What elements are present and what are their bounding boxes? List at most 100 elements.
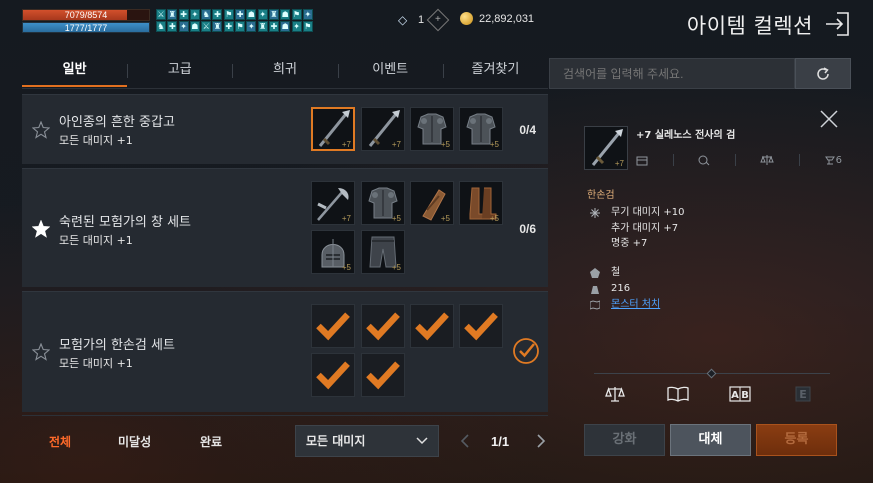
item-slot[interactable]: +4 — [361, 353, 405, 397]
item-slot[interactable]: +5 — [459, 181, 503, 225]
tab-3[interactable]: 이벤트 — [337, 58, 443, 90]
enhance-level: +5 — [489, 214, 499, 223]
enhance-level: +5 — [489, 140, 499, 149]
buff-icon[interactable]: ♜ — [257, 21, 268, 32]
favorite-star-icon[interactable] — [32, 121, 50, 139]
collection-list[interactable]: 아인종의 흔한 중갑고 모든 대미지 +1 +7 +7 +5 +5 0/4 숙련된 모험가의 … — [22, 94, 548, 412]
diamond-icon: ◇ — [398, 13, 408, 27]
buff-icon[interactable]: ✚ — [212, 9, 223, 20]
collection-effect: 모든 대미지 +1 — [59, 134, 133, 147]
buff-icon[interactable]: ✚ — [223, 21, 234, 32]
next-page-icon[interactable] — [536, 434, 546, 448]
buff-icon[interactable]: ⚑ — [302, 21, 313, 32]
collected-check-icon — [362, 305, 404, 347]
item-slot[interactable]: +5 — [311, 230, 355, 274]
buff-icon[interactable]: ⚔ — [156, 9, 166, 20]
anvil-icon — [824, 156, 835, 164]
detail-enhance-level: +7 — [614, 159, 624, 168]
enhance-button[interactable]: 강화 — [584, 424, 665, 456]
exit-icon[interactable] — [823, 10, 851, 38]
category-tabs: 일반 고급 희귀 이벤트 즐겨찾기 — [22, 58, 548, 90]
gold-coin-icon — [460, 12, 473, 25]
buff-icon[interactable]: ✚ — [167, 21, 178, 32]
buff-icon[interactable]: ⚑ — [291, 9, 302, 20]
close-icon[interactable] — [820, 110, 838, 128]
collection-progress: 0/4 — [519, 123, 536, 137]
completed-check-icon — [513, 338, 539, 364]
buff-icon[interactable]: ☗ — [280, 9, 291, 20]
tab-0[interactable]: 일반 — [22, 58, 128, 90]
item-slot[interactable]: +7 — [361, 107, 405, 151]
buff-icon[interactable]: ✚ — [178, 9, 189, 20]
register-button[interactable]: 등록 — [756, 424, 837, 456]
item-slot[interactable]: +7 — [311, 107, 355, 151]
collection-row[interactable]: 아인종의 흔한 중갑고 모든 대미지 +1 +7 +7 +5 +5 0/4 — [22, 94, 548, 164]
buff-icon[interactable]: ✦ — [189, 9, 200, 20]
item-slot[interactable]: +4 — [459, 304, 503, 348]
item-slot[interactable]: +5 — [459, 107, 503, 151]
replace-button[interactable]: 대체 — [670, 424, 751, 456]
buff-icon[interactable]: ✚ — [235, 9, 246, 20]
prev-page-icon[interactable] — [460, 434, 470, 448]
item-slot[interactable]: +4 — [311, 353, 355, 397]
buff-icon[interactable]: ✚ — [268, 21, 279, 32]
enhance-level: +5 — [341, 263, 351, 272]
tab-4[interactable]: 즐겨찾기 — [442, 58, 548, 90]
buff-icon[interactable]: ✦ — [257, 9, 268, 20]
book-icon[interactable] — [667, 385, 689, 403]
ab-icon[interactable]: AB — [729, 385, 751, 403]
buff-icon[interactable]: ♞ — [156, 21, 166, 32]
gold-currency: 22,892,031 — [460, 12, 534, 25]
search-input[interactable] — [549, 58, 795, 89]
tab-2[interactable]: 희귀 — [232, 58, 337, 90]
detail-tools: AB E — [604, 385, 814, 403]
add-diamond-icon[interactable]: + — [426, 8, 450, 32]
item-slot[interactable]: +4 — [361, 304, 405, 348]
buff-icon[interactable]: ✦ — [302, 9, 313, 20]
collection-row[interactable]: 숙련된 모험가의 창 세트 모든 대미지 +1 +7 +5 +5 +5 +5 +5 0/6 — [22, 168, 548, 287]
tab-1[interactable]: 고급 — [127, 58, 232, 90]
collection-row[interactable]: 모험가의 한손검 세트모든 대미지 +1+6+4+4+4+4+4 — [22, 291, 548, 412]
buff-icon[interactable]: ♜ — [167, 9, 178, 20]
buff-icon[interactable]: ♞ — [201, 9, 212, 20]
buff-icon[interactable]: ✦ — [178, 21, 189, 32]
item-slot[interactable]: +7 — [311, 181, 355, 225]
favorite-star-icon[interactable] — [32, 220, 50, 238]
effect-filter-dropdown[interactable]: 모든 대미지 — [295, 425, 439, 457]
buff-icon[interactable]: ✦ — [246, 21, 257, 32]
favorite-star-icon[interactable] — [32, 343, 50, 361]
buff-icon[interactable]: ♜ — [212, 21, 223, 32]
buff-icon[interactable]: ⚑ — [235, 21, 246, 32]
item-slot[interactable]: +5 — [410, 107, 454, 151]
item-slot[interactable]: +6 — [311, 304, 355, 348]
material-value: 철 — [611, 267, 621, 278]
collection-name: 숙련된 모험가의 창 세트 — [59, 215, 191, 230]
filter-tab-all[interactable]: 전체 — [49, 433, 71, 450]
item-category: 한손검 — [587, 190, 615, 201]
item-slot[interactable]: +5 — [361, 181, 405, 225]
enhance-level: +5 — [440, 214, 450, 223]
filter-bar: 전체 미달성 완료 모든 대미지 1/1 — [22, 415, 548, 467]
buff-icon[interactable]: ♜ — [268, 9, 279, 20]
filter-tab-incomplete[interactable]: 미달성 — [118, 433, 151, 450]
gold-count: 22,892,031 — [479, 12, 535, 25]
compare-scale-icon[interactable] — [604, 385, 626, 403]
source-link[interactable]: 몬스터 처치 — [611, 297, 660, 313]
item-slot[interactable]: +5 — [361, 230, 405, 274]
enhance-level: +7 — [341, 140, 351, 149]
buff-icon[interactable]: ☗ — [280, 21, 291, 32]
weight-value: 216 — [611, 283, 631, 294]
map-icon — [590, 300, 600, 310]
filter-tab-complete[interactable]: 완료 — [200, 433, 222, 450]
item-slot[interactable]: +5 — [410, 181, 454, 225]
item-slot[interactable]: +4 — [410, 304, 454, 348]
material-icon — [590, 268, 600, 278]
buff-icon[interactable]: ⚔ — [201, 21, 212, 32]
buff-icon[interactable]: ✦ — [291, 21, 302, 32]
buff-icon[interactable]: ☗ — [246, 9, 257, 20]
tabs-divider — [22, 88, 548, 89]
buff-bar[interactable]: ⚔ ♜ ✚ ✦ ♞ ✚ ⚑ ✚ ☗ ✦ ♜ ☗ ⚑ ✦ ♞ ✚ ✦ ☗ ⚔ ♜ ✚ ⚑ ✦ ♜ ✚ ☗ ✦ ⚑ — [156, 9, 314, 33]
buff-icon[interactable]: ☗ — [189, 21, 200, 32]
refresh-button[interactable] — [795, 58, 851, 89]
buff-icon[interactable]: ⚑ — [223, 9, 234, 20]
